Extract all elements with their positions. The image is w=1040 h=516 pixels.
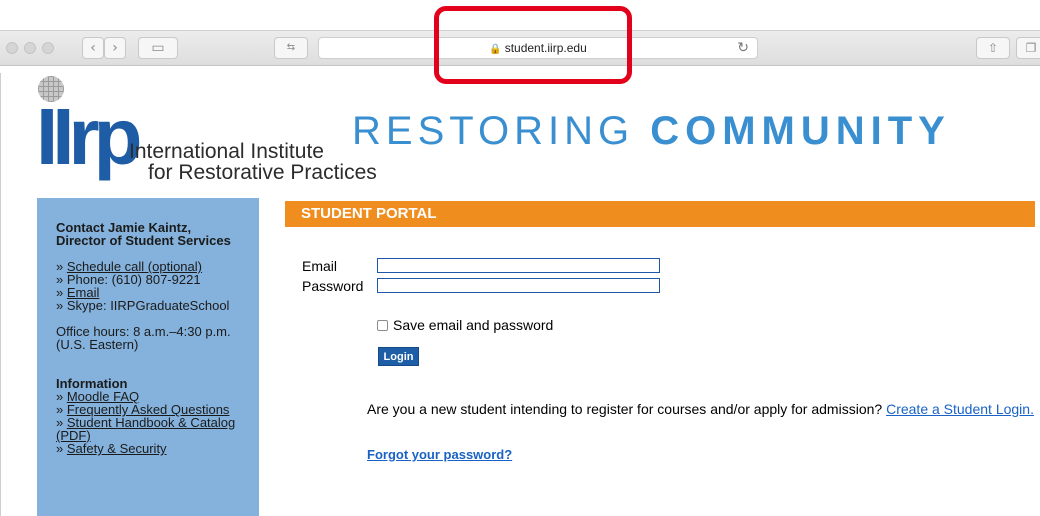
url-highlight-box bbox=[434, 6, 632, 84]
close-window-button[interactable] bbox=[6, 42, 18, 54]
office-hours-line-2: (U.S. Eastern) bbox=[56, 337, 139, 352]
save-credentials-label: Save email and password bbox=[393, 317, 554, 333]
email-field[interactable] bbox=[377, 258, 660, 273]
password-field[interactable] bbox=[377, 278, 660, 293]
swap-arrows-icon: ⇆ bbox=[286, 42, 296, 53]
forgot-password-link[interactable]: Forgot your password? bbox=[367, 447, 512, 462]
skype-text: » Skype: IIRPGraduateSchool bbox=[56, 298, 230, 313]
logo-letters: IIrp bbox=[36, 92, 142, 181]
sidebar-icon: ▭ bbox=[151, 40, 165, 56]
password-label: Password bbox=[302, 278, 364, 294]
tabs-button[interactable]: ❐ bbox=[1016, 37, 1040, 59]
new-student-prompt: Are you a new student intending to regis… bbox=[367, 401, 1034, 417]
safety-security-link[interactable]: Safety & Security bbox=[67, 441, 167, 456]
info-item-safety: » Safety & Security bbox=[56, 441, 167, 456]
chevron-left-icon: ‹ bbox=[90, 40, 96, 56]
minimize-window-button[interactable] bbox=[24, 42, 36, 54]
tab-overview-button[interactable]: ⇆ bbox=[274, 37, 308, 59]
hero-title: RESTORING COMMUNITY bbox=[352, 107, 951, 155]
contact-sidebar: Contact Jamie Kaintz, Director of Studen… bbox=[37, 198, 259, 516]
handbook-link[interactable]: Student Handbook & Catalog bbox=[67, 415, 235, 430]
zoom-window-button[interactable] bbox=[42, 42, 54, 54]
share-icon: ⇧ bbox=[987, 41, 999, 55]
share-button[interactable]: ⇧ bbox=[976, 37, 1010, 59]
new-student-text: Are you a new student intending to regis… bbox=[367, 401, 883, 417]
back-button[interactable]: ‹ bbox=[82, 37, 104, 59]
logo-line-2: for Restorative Practices bbox=[148, 161, 377, 184]
hero-title-light: RESTORING bbox=[352, 109, 635, 153]
window-edge bbox=[0, 73, 1, 516]
login-button[interactable]: Login bbox=[378, 347, 419, 366]
create-student-login-link[interactable]: Create a Student Login. bbox=[886, 401, 1034, 417]
browser-chrome: ‹ › ▭ ⇆ 🔒 student.iirp.edu ↻ ⇧ ❐ bbox=[0, 0, 1040, 84]
hero-title-bold: COMMUNITY bbox=[650, 109, 951, 153]
tabs-icon: ❐ bbox=[1025, 41, 1037, 55]
contact-heading-2: Director of Student Services bbox=[56, 233, 231, 248]
chevron-right-icon: › bbox=[112, 40, 118, 56]
email-label: Email bbox=[302, 258, 338, 274]
save-credentials-checkbox[interactable] bbox=[377, 320, 388, 331]
sidebar-toggle-button[interactable]: ▭ bbox=[138, 37, 178, 59]
student-portal-bar: STUDENT PORTAL bbox=[285, 201, 1035, 227]
forward-button[interactable]: › bbox=[104, 37, 126, 59]
reload-icon[interactable]: ↻ bbox=[737, 38, 749, 58]
